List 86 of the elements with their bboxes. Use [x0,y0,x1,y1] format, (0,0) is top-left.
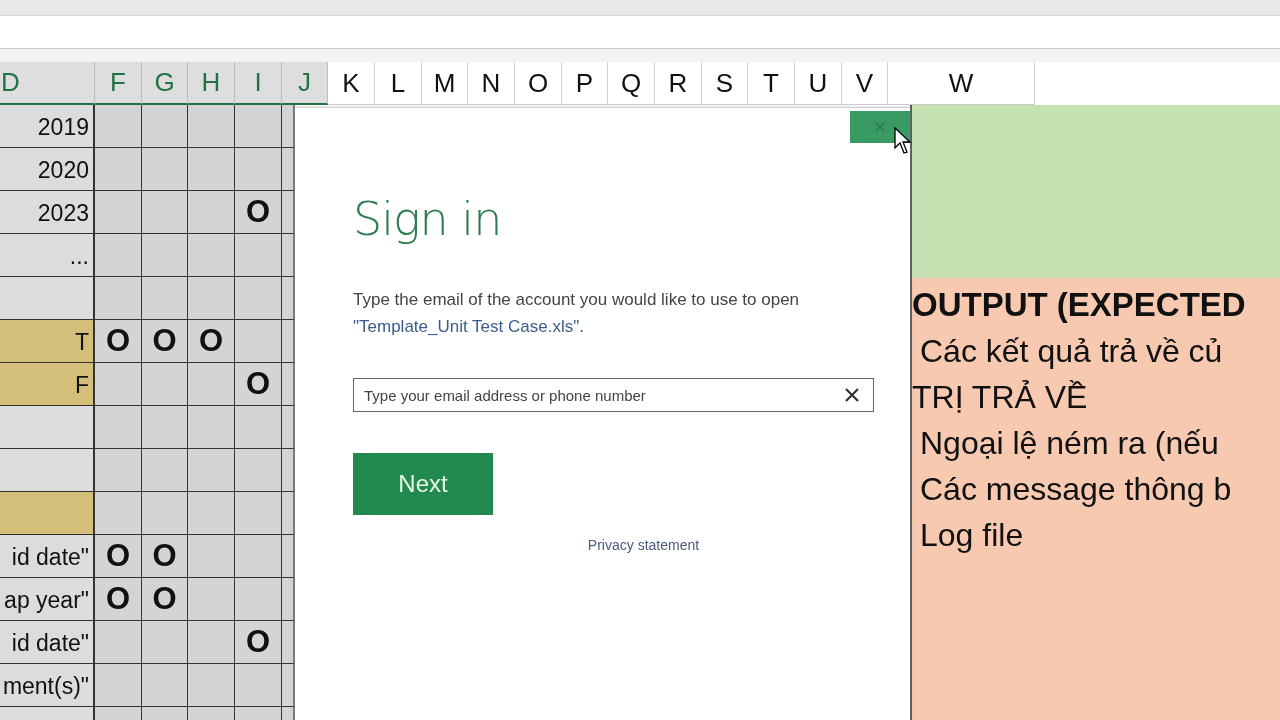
table-cell [142,191,188,234]
output-heading: OUTPUT (EXPECTED [912,285,1247,325]
table-cell [95,621,142,664]
table-cell [188,492,235,535]
column-header[interactable]: P [562,62,608,105]
table-cell [188,664,235,707]
column-header[interactable]: L [375,62,422,105]
column-header[interactable]: S [702,62,748,105]
column-header[interactable]: J [282,62,328,105]
column-header[interactable]: I [235,62,282,105]
table-cell [142,234,188,277]
table-cell [188,406,235,449]
column-header[interactable]: U [795,62,842,105]
row-label-cell: ... [0,234,95,277]
table-cell [188,234,235,277]
table-cell: O [142,578,188,621]
table-cell [95,492,142,535]
table-cell: O [95,535,142,578]
next-button[interactable]: Next [353,453,493,515]
table-cell [188,148,235,191]
table-cell: O [188,320,235,363]
table-cell [188,449,235,492]
column-header[interactable]: O [515,62,562,105]
close-button[interactable] [850,111,910,143]
dialog-description: Type the email of the account you would like to use to open "Template_Unit Test Case.xls". [353,289,801,338]
table-cell: O [95,578,142,621]
output-line: Log file [919,516,1025,555]
column-header[interactable]: N [468,62,515,105]
output-line: TRỊ TRẢ VỀ [912,378,1089,417]
column-header[interactable]: W [888,62,1035,105]
close-icon [875,122,885,132]
table-cell [142,664,188,707]
table-cell [188,621,235,664]
column-header[interactable]: G [142,62,188,105]
dialog-title: Sign in [353,192,503,246]
row-label-cell: ap year" [0,578,95,621]
table-cell [95,234,142,277]
privacy-link[interactable]: Privacy statement [587,537,700,553]
table-cell [188,535,235,578]
column-header[interactable]: F [95,62,142,105]
output-line: Ngoại lệ ném ra (nếu [919,424,1220,463]
table-cell [95,105,142,148]
table-cell [95,148,142,191]
table-cell [142,148,188,191]
table-cell [188,363,235,406]
table-cell [142,105,188,148]
table-cell [142,492,188,535]
column-header[interactable]: D [0,62,95,105]
output-line: Các message thông b [919,470,1233,509]
table-cell [188,277,235,320]
table-cell [95,277,142,320]
row-label-cell: ment(s)" [0,664,95,707]
output-line: Các kết quả trả về củ [919,332,1224,371]
table-cell [188,191,235,234]
table-cell [142,621,188,664]
column-header[interactable]: Q [608,62,655,105]
column-header[interactable]: T [748,62,795,105]
file-name: "Template_Unit Test Case.xls" [353,317,580,336]
table-cell: O [95,320,142,363]
table-cell [142,449,188,492]
table-cell: O [142,320,188,363]
table-cell [95,191,142,234]
clear-icon[interactable] [844,387,860,403]
email-field[interactable]: Type your email address or phone number [353,378,874,412]
column-header[interactable]: R [655,62,702,105]
column-header[interactable]: V [842,62,888,105]
row-label-cell: id date" [0,621,95,664]
table-cell [95,363,142,406]
column-header[interactable]: H [188,62,235,105]
table-cell [95,664,142,707]
row-label-cell: 2023 [0,191,95,234]
table-cell [95,449,142,492]
table-cell [142,363,188,406]
row-label-cell: F [0,363,95,406]
row-label-cell: T [0,320,95,363]
table-cell [188,578,235,621]
table-cell [95,406,142,449]
column-header[interactable]: M [422,62,468,105]
column-header[interactable]: K [328,62,375,105]
row-label-cell: 2020 [0,148,95,191]
row-label-cell: 2019 [0,105,95,148]
table-cell: O [142,535,188,578]
table-cell [142,277,188,320]
table-cell [142,406,188,449]
row-label-cell: id date" [0,535,95,578]
table-cell [188,105,235,148]
